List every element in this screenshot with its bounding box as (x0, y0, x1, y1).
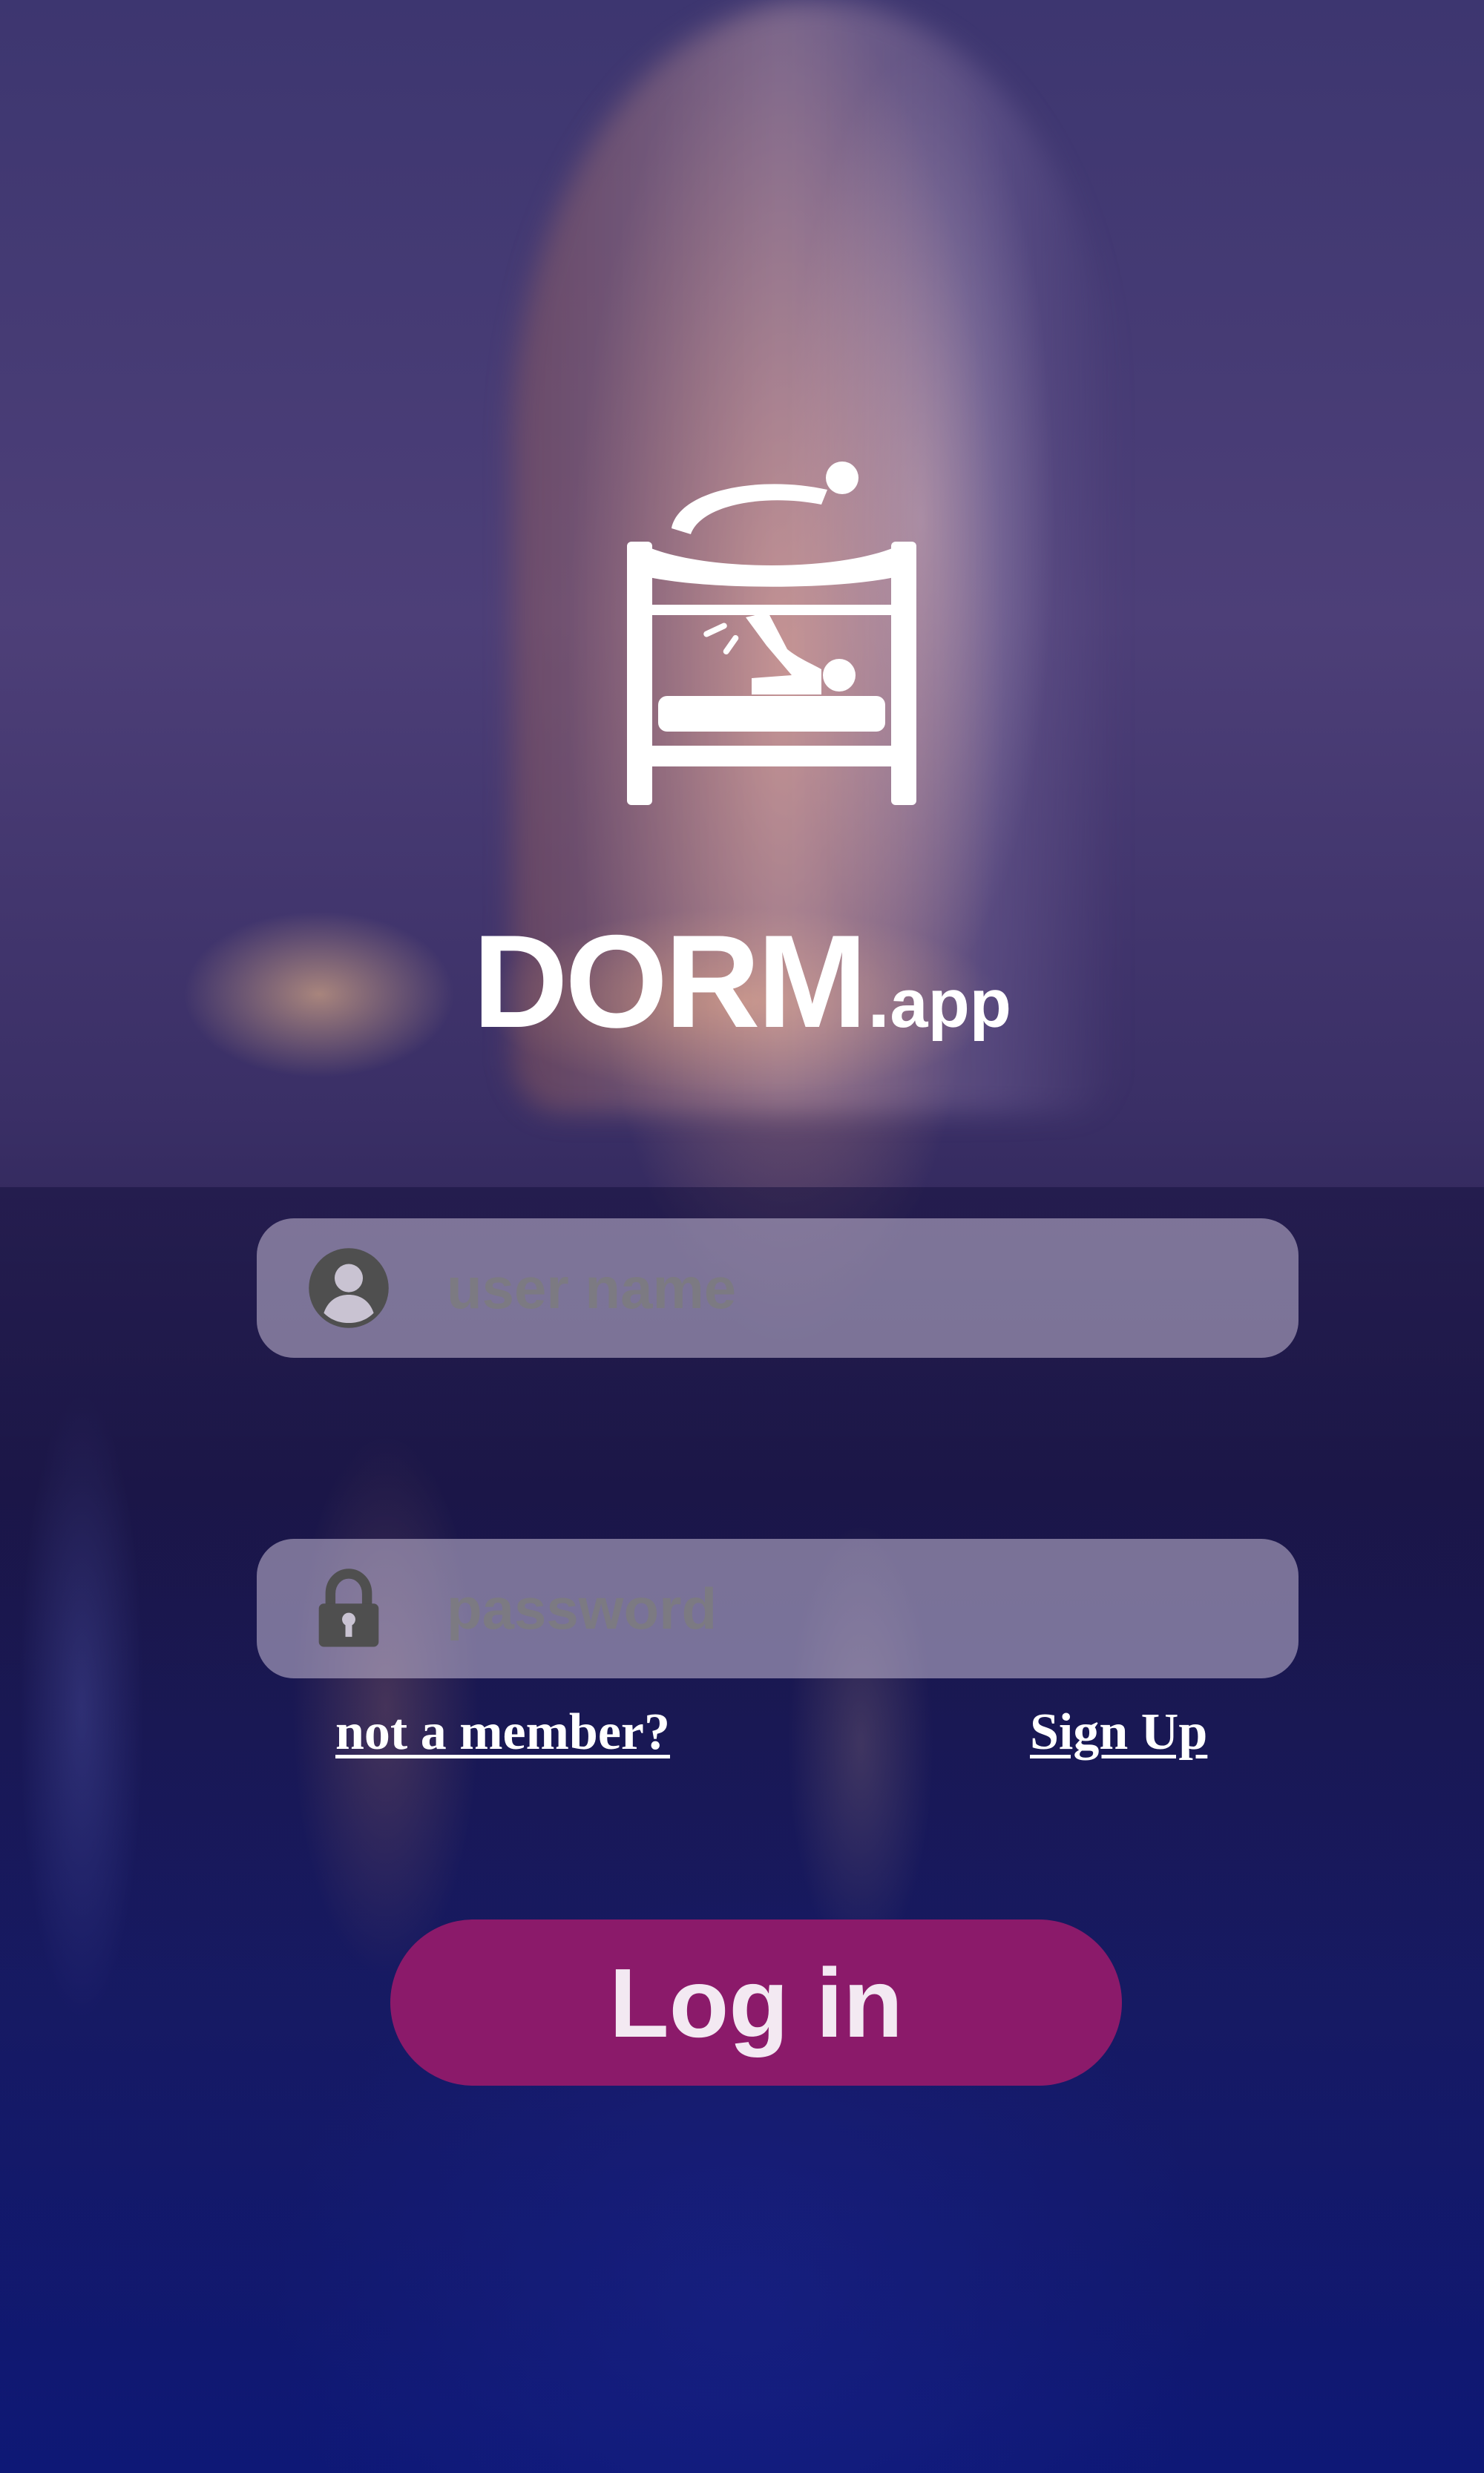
password-input[interactable] (445, 1563, 1227, 1654)
user-icon (304, 1244, 393, 1333)
app-wordmark: DORM . app (0, 905, 1484, 1055)
sign-up-link[interactable]: Sign Up (1030, 1703, 1207, 1762)
bunk-bed-icon (627, 460, 916, 805)
wordmark-name: DORM (473, 907, 867, 1055)
background-water (0, 1187, 1484, 2473)
wordmark-dot: . (867, 953, 890, 1045)
username-input[interactable] (445, 1243, 1227, 1333)
username-field[interactable] (257, 1218, 1298, 1358)
log-in-button[interactable]: Log in (390, 1919, 1122, 2086)
wordmark-suffix: app (890, 966, 1011, 1042)
lock-icon (304, 1564, 393, 1653)
not-a-member-link[interactable]: not a member? (335, 1703, 670, 1762)
password-field[interactable] (257, 1539, 1298, 1678)
